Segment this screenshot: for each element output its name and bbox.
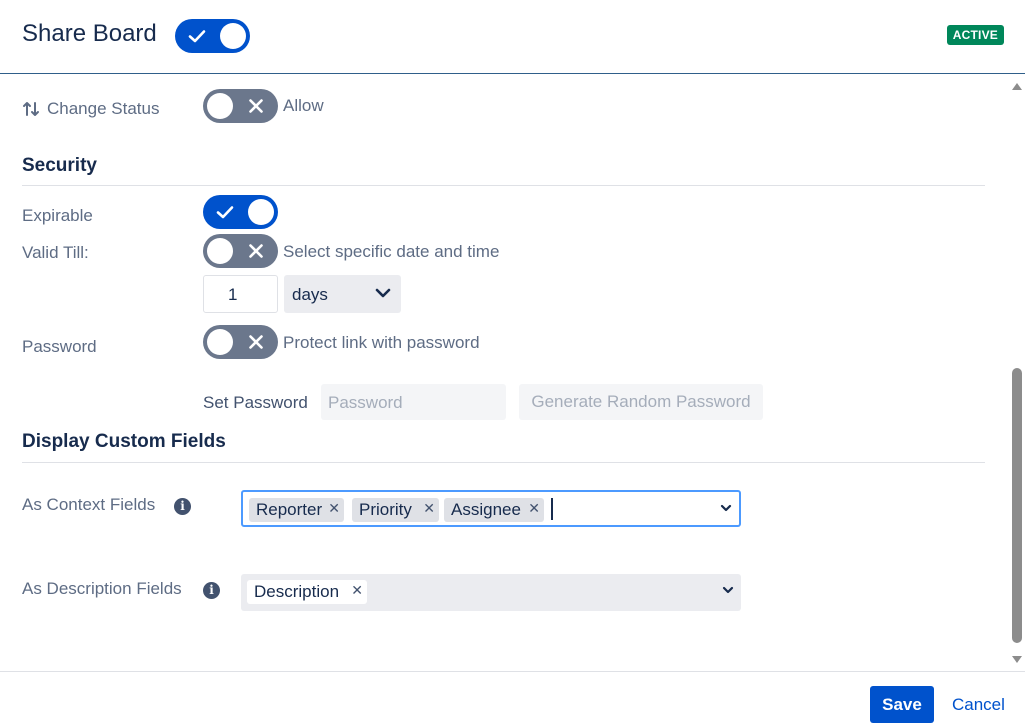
scroll-down-arrow-icon[interactable] bbox=[1011, 655, 1023, 665]
chip-remove-icon[interactable]: ✕ bbox=[423, 500, 435, 517]
chip-priority: Priority ✕ bbox=[352, 498, 439, 522]
info-icon[interactable]: i bbox=[174, 498, 191, 515]
description-fields-label: As Description Fields bbox=[22, 579, 182, 598]
password-toggle-text: Protect link with password bbox=[283, 333, 480, 352]
check-icon bbox=[216, 206, 234, 219]
modal-header: Share Board ACTIVE bbox=[0, 0, 1025, 74]
chip-description: Description ✕ bbox=[247, 580, 367, 604]
chevron-down-icon[interactable] bbox=[719, 501, 733, 515]
change-status-toggle[interactable] bbox=[203, 89, 278, 123]
duration-unit-select[interactable]: days bbox=[284, 275, 401, 313]
generate-password-button[interactable]: Generate Random Password bbox=[519, 384, 763, 420]
share-board-toggle[interactable] bbox=[175, 19, 250, 53]
chip-remove-icon[interactable]: ✕ bbox=[528, 500, 540, 517]
context-fields-label: As Context Fields bbox=[22, 495, 156, 514]
description-fields-select[interactable]: Description ✕ bbox=[241, 574, 741, 611]
chip-assignee: Assignee ✕ bbox=[444, 498, 544, 522]
chip-label: Assignee bbox=[451, 500, 521, 519]
chip-label: Description bbox=[254, 582, 340, 601]
chip-reporter: Reporter ✕ bbox=[249, 498, 344, 522]
close-icon bbox=[249, 244, 263, 258]
save-button[interactable]: Save bbox=[870, 686, 934, 723]
valid-till-label: Valid Till: bbox=[22, 243, 89, 262]
context-fields-select[interactable]: Reporter ✕ Priority ✕ Assignee ✕ bbox=[241, 490, 741, 527]
custom-fields-section-title: Display Custom Fields bbox=[22, 431, 226, 452]
close-icon bbox=[249, 335, 263, 349]
toggle-knob bbox=[248, 199, 274, 225]
toggle-knob bbox=[207, 238, 233, 264]
toggle-knob bbox=[207, 93, 233, 119]
security-section-title: Security bbox=[22, 155, 97, 176]
status-badge: ACTIVE bbox=[946, 25, 1004, 45]
chip-label: Priority bbox=[359, 500, 412, 519]
section-divider bbox=[22, 462, 985, 463]
info-icon[interactable]: i bbox=[203, 582, 220, 599]
password-toggle[interactable] bbox=[203, 325, 278, 359]
chevron-down-icon bbox=[375, 288, 391, 298]
modal-title: Share Board bbox=[22, 20, 157, 47]
password-input[interactable]: Password bbox=[321, 384, 506, 420]
chip-remove-icon[interactable]: ✕ bbox=[351, 582, 363, 599]
scrollbar-thumb[interactable] bbox=[1012, 368, 1022, 643]
text-caret bbox=[551, 498, 553, 520]
toggle-knob bbox=[207, 329, 233, 355]
valid-till-toggle[interactable] bbox=[203, 234, 278, 268]
chevron-down-icon[interactable] bbox=[721, 583, 735, 597]
password-label: Password bbox=[22, 337, 97, 356]
valid-till-toggle-text: Select specific date and time bbox=[283, 242, 500, 261]
change-status-label: Change Status bbox=[47, 99, 160, 118]
toggle-knob bbox=[220, 23, 246, 49]
scroll-up-arrow-icon[interactable] bbox=[1011, 81, 1023, 91]
chip-label: Reporter bbox=[256, 500, 323, 519]
expirable-toggle[interactable] bbox=[203, 195, 278, 229]
close-icon bbox=[249, 99, 263, 113]
sort-arrows-icon bbox=[23, 102, 39, 116]
duration-unit-value: days bbox=[292, 285, 328, 304]
section-divider bbox=[22, 185, 985, 186]
cancel-button[interactable]: Cancel bbox=[952, 695, 1005, 715]
check-icon bbox=[188, 30, 206, 43]
expirable-label: Expirable bbox=[22, 206, 93, 225]
chip-remove-icon[interactable]: ✕ bbox=[328, 500, 340, 517]
duration-input[interactable]: 1 bbox=[203, 275, 278, 313]
modal-footer: Save Cancel bbox=[0, 671, 1025, 728]
set-password-label: Set Password bbox=[203, 393, 308, 412]
scrollbar[interactable] bbox=[1007, 75, 1025, 671]
change-status-toggle-text: Allow bbox=[283, 96, 324, 115]
